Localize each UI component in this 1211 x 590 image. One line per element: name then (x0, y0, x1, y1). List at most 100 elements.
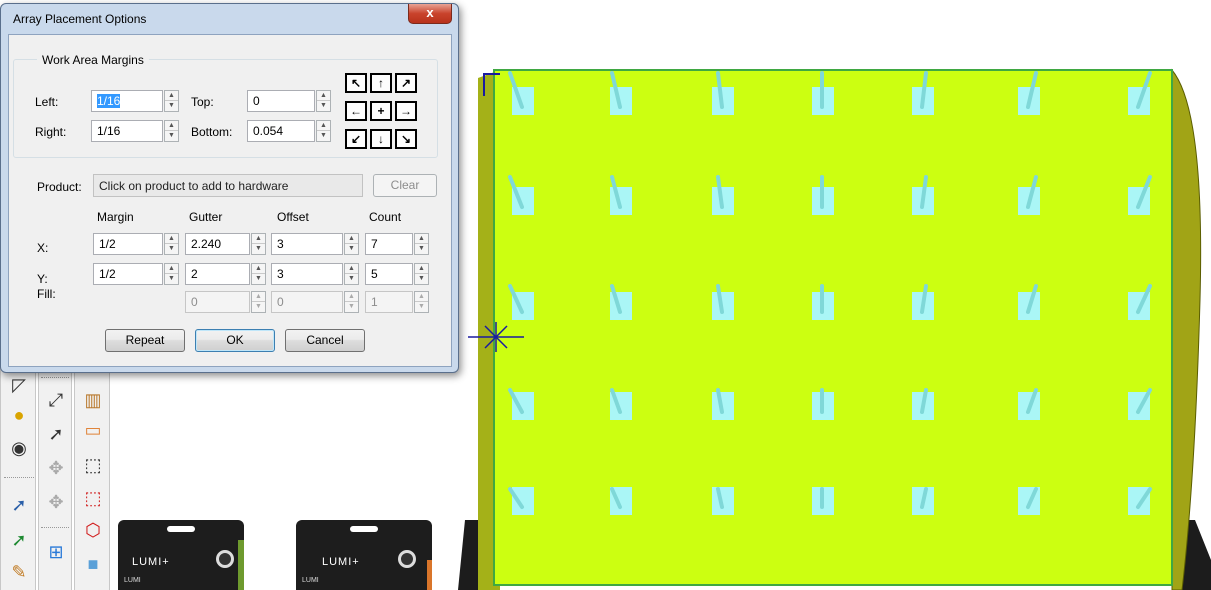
repeat-button[interactable]: Repeat (105, 329, 185, 352)
align-top-left-button[interactable]: ↖ (345, 73, 367, 93)
fill-count-spinner[interactable]: ▲ ▼ (414, 291, 429, 313)
peg-hook[interactable] (610, 487, 632, 515)
fill-gutter-input[interactable]: 0 (185, 291, 250, 313)
y-gutter-spinner[interactable]: ▲ ▼ (251, 263, 266, 285)
spin-down-icon[interactable]: ▼ (252, 302, 265, 312)
spin-up-icon[interactable]: ▲ (252, 292, 265, 302)
peg-hook[interactable] (1128, 487, 1152, 515)
cancel-button[interactable]: Cancel (285, 329, 365, 352)
pointer-move-icon[interactable]: ➚ (41, 419, 71, 449)
x-margin-input[interactable]: 1/2 (93, 233, 163, 255)
spin-down-icon[interactable]: ▼ (345, 244, 358, 254)
spin-down-icon[interactable]: ▼ (165, 131, 178, 141)
resize-diagonal-icon[interactable]: ⤢ (41, 385, 71, 415)
box-dotted-icon[interactable]: ⬡ (78, 515, 108, 545)
top-margin-input[interactable]: 0 (247, 90, 315, 112)
left-margin-spinner[interactable]: ▲ ▼ (164, 90, 179, 112)
peg-hook[interactable] (912, 487, 934, 515)
y-count-input[interactable]: 5 (365, 263, 413, 285)
spin-down-icon[interactable]: ▼ (317, 131, 330, 141)
peg-hook[interactable] (508, 487, 534, 515)
spin-down-icon[interactable]: ▼ (165, 274, 178, 284)
spin-down-icon[interactable]: ▼ (165, 101, 178, 111)
move-disabled-icon[interactable]: ✥ (41, 453, 71, 483)
peg-hook[interactable] (912, 388, 934, 420)
product-package-2[interactable]: LUMI+ LUMI (296, 520, 432, 590)
spin-up-icon[interactable]: ▲ (415, 264, 428, 274)
top-margin-spinner[interactable]: ▲ ▼ (316, 90, 331, 112)
peg-hook[interactable] (508, 388, 534, 420)
x-gutter-spinner[interactable]: ▲ ▼ (251, 233, 266, 255)
left-margin-input[interactable]: 1/16 (91, 90, 163, 112)
x-count-spinner[interactable]: ▲ ▼ (414, 233, 429, 255)
spin-down-icon[interactable]: ▼ (165, 244, 178, 254)
align-right-button[interactable]: → (395, 101, 417, 121)
scene-background-icon[interactable]: ▭ (78, 415, 108, 445)
rotate-disabled-icon[interactable]: ✥ (41, 487, 71, 517)
close-button[interactable]: x (408, 4, 452, 24)
right-margin-input[interactable]: 1/16 (91, 120, 163, 142)
right-margin-spinner[interactable]: ▲ ▼ (164, 120, 179, 142)
y-gutter-input[interactable]: 2 (185, 263, 250, 285)
spin-down-icon[interactable]: ▼ (415, 302, 428, 312)
shelf-view-icon[interactable]: ▥ (78, 385, 108, 415)
box-red-icon[interactable]: ⬚ (78, 483, 108, 513)
align-bottom-left-button[interactable]: ↙ (345, 129, 367, 149)
peg-hook[interactable] (1018, 487, 1040, 515)
peg-hook[interactable] (1128, 388, 1152, 420)
bottom-margin-spinner[interactable]: ▲ ▼ (316, 120, 331, 142)
y-margin-input[interactable]: 1/2 (93, 263, 163, 285)
x-offset-input[interactable]: 3 (271, 233, 343, 255)
spin-up-icon[interactable]: ▲ (345, 264, 358, 274)
y-offset-spinner[interactable]: ▲ ▼ (344, 263, 359, 285)
peg-hook[interactable] (812, 388, 834, 420)
peg-hook[interactable] (712, 388, 734, 420)
peg-hook[interactable] (1018, 388, 1040, 420)
green-pointer-icon[interactable]: ➚ (4, 525, 34, 555)
fill-offset-spinner[interactable]: ▲ ▼ (344, 291, 359, 313)
align-top-button[interactable]: ↑ (370, 73, 392, 93)
peg-hook[interactable] (812, 487, 834, 515)
x-offset-spinner[interactable]: ▲ ▼ (344, 233, 359, 255)
peg-hook[interactable] (610, 388, 632, 420)
spin-down-icon[interactable]: ▼ (317, 101, 330, 111)
product-package-1[interactable]: LUMI+ LUMI (118, 520, 244, 590)
bottom-margin-input[interactable]: 0.054 (247, 120, 315, 142)
spin-up-icon[interactable]: ▲ (252, 264, 265, 274)
spin-up-icon[interactable]: ▲ (415, 234, 428, 244)
align-top-right-button[interactable]: ↗ (395, 73, 417, 93)
light-bulb-icon[interactable]: ● (4, 400, 34, 430)
spin-down-icon[interactable]: ▼ (415, 244, 428, 254)
spin-up-icon[interactable]: ▲ (165, 234, 178, 244)
box-solid-icon[interactable]: ■ (78, 549, 108, 579)
align-bottom-button[interactable]: ↓ (370, 129, 392, 149)
select-tool-icon[interactable]: ◸ (4, 370, 34, 400)
spin-down-icon[interactable]: ▼ (345, 302, 358, 312)
ok-button[interactable]: OK (195, 329, 275, 352)
spin-up-icon[interactable]: ▲ (165, 91, 178, 101)
peg-hook[interactable] (712, 487, 734, 515)
spin-down-icon[interactable]: ▼ (345, 274, 358, 284)
clear-button[interactable]: Clear (373, 174, 437, 197)
align-left-button[interactable]: ← (345, 101, 367, 121)
spin-down-icon[interactable]: ▼ (252, 274, 265, 284)
dialog-titlebar[interactable]: Array Placement Options x (1, 4, 458, 34)
eye-icon[interactable]: ◉ (4, 433, 34, 463)
x-margin-spinner[interactable]: ▲ ▼ (164, 233, 179, 255)
y-offset-input[interactable]: 3 (271, 263, 343, 285)
x-gutter-input[interactable]: 2.240 (185, 233, 250, 255)
fill-gutter-spinner[interactable]: ▲ ▼ (251, 291, 266, 313)
spin-up-icon[interactable]: ▲ (317, 91, 330, 101)
spin-up-icon[interactable]: ▲ (317, 121, 330, 131)
fill-count-input[interactable]: 1 (365, 291, 413, 313)
spin-down-icon[interactable]: ▼ (415, 274, 428, 284)
align-bottom-right-button[interactable]: ↘ (395, 129, 417, 149)
spin-up-icon[interactable]: ▲ (165, 264, 178, 274)
spin-up-icon[interactable]: ▲ (345, 234, 358, 244)
spin-up-icon[interactable]: ▲ (252, 234, 265, 244)
align-center-button[interactable]: + (370, 101, 392, 121)
pick-tool-icon[interactable]: ✎ (4, 557, 34, 587)
y-margin-spinner[interactable]: ▲ ▼ (164, 263, 179, 285)
spin-up-icon[interactable]: ▲ (165, 121, 178, 131)
x-count-input[interactable]: 7 (365, 233, 413, 255)
